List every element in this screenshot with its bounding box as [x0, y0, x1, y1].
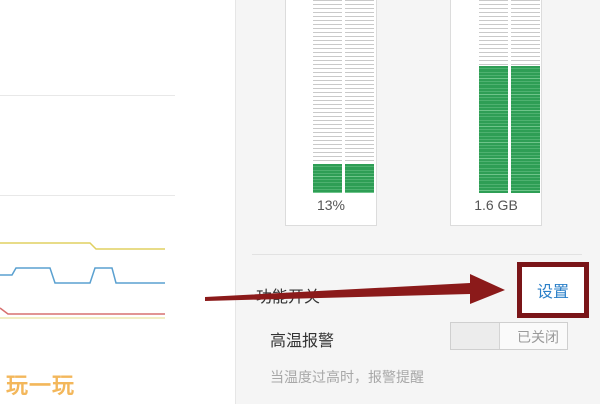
graph-line-yellow [0, 242, 165, 250]
toggle-knob [451, 323, 500, 349]
temperature-graph [0, 242, 165, 319]
meter-bar [345, 0, 374, 193]
meter-bar [313, 0, 342, 193]
meter-bar [479, 0, 508, 193]
high-temp-alert-hint: 当温度过高时，报警提醒 [270, 370, 424, 386]
high-temp-alert-label: 高温报警 [270, 331, 335, 350]
settings-button[interactable]: 设置 [517, 262, 589, 318]
meter-bar-fill [479, 65, 508, 193]
meter-bar [511, 0, 540, 193]
graph-line-red [0, 307, 165, 315]
high-temp-alert-toggle[interactable]: 已关闭 [450, 322, 568, 350]
memory-meter: 1.6 GB [450, 0, 542, 226]
meter-bar-fill [313, 164, 342, 193]
cpu-meter-value: 13% [316, 197, 346, 213]
meter-bar-fill [345, 164, 374, 193]
section-divider [252, 254, 582, 255]
feature-switch-label: 功能开关 [256, 287, 321, 306]
cpu-meter: 13% [285, 0, 377, 226]
meter-bar-fill [511, 65, 540, 193]
memory-meter-value: 1.6 GB [474, 197, 518, 213]
graph-line-blue [0, 267, 165, 284]
monitor-graph-panel: 玩一玩 [0, 0, 235, 404]
watermark-logo: 玩一玩 [6, 374, 76, 399]
toggle-state: 已关闭 [517, 330, 559, 346]
